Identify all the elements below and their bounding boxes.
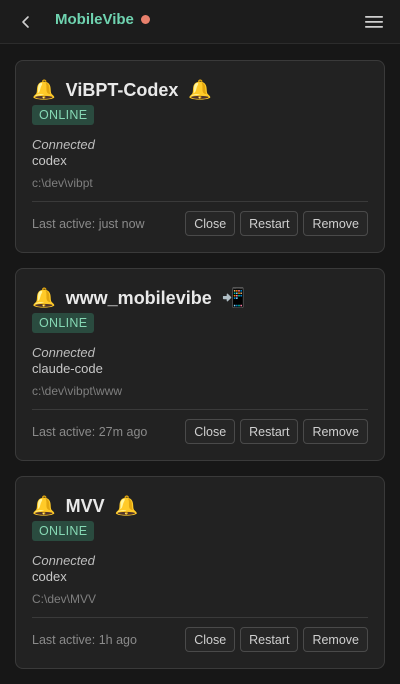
- menu-button[interactable]: [362, 10, 386, 34]
- connection-status-dot: [141, 15, 150, 24]
- remove-button[interactable]: Remove: [303, 419, 368, 444]
- status-badge: ONLINE: [32, 521, 95, 541]
- bell-icon: 🔔: [32, 495, 56, 517]
- session-list: 🔔 ViBPT-Codex 🔔 ONLINE Connected codex c…: [15, 60, 385, 684]
- last-active-text: Last active: 27m ago: [32, 425, 148, 439]
- chevron-left-icon: [22, 16, 29, 28]
- session-title: 🔔 www_mobilevibe 📲: [32, 285, 245, 311]
- connection-label: Connected: [32, 553, 95, 568]
- session-card: 🔔 www_mobilevibe 📲 ONLINE Connected clau…: [15, 268, 385, 461]
- mobile-phone-arrow-icon: 📲: [221, 287, 246, 309]
- working-directory: c:\dev\vibpt\www: [32, 384, 123, 398]
- connection-label: Connected: [32, 345, 95, 360]
- card-divider: [32, 617, 368, 618]
- bell-icon: 🔔: [188, 79, 213, 101]
- remove-button[interactable]: Remove: [303, 211, 368, 236]
- remove-button[interactable]: Remove: [303, 627, 368, 652]
- restart-button[interactable]: Restart: [240, 211, 299, 236]
- card-actions: Close Restart Remove: [180, 419, 368, 444]
- app-title: MobileVibe: [55, 11, 134, 28]
- card-divider: [32, 409, 368, 410]
- bell-icon: 🔔: [32, 287, 56, 309]
- agent-name: codex: [32, 569, 67, 584]
- session-title: 🔔 ViBPT-Codex 🔔: [32, 77, 212, 103]
- close-button[interactable]: Close: [185, 419, 236, 444]
- session-card: 🔔 MVV 🔔 ONLINE Connected codex C:\dev\MV…: [15, 476, 385, 669]
- working-directory: C:\dev\MVV: [32, 592, 97, 606]
- back-button[interactable]: [12, 8, 40, 36]
- session-name: www_mobilevibe: [65, 287, 212, 308]
- last-active-text: Last active: 1h ago: [32, 633, 137, 647]
- last-active-text: Last active: just now: [32, 217, 145, 231]
- bell-icon: 🔔: [114, 495, 139, 517]
- close-button[interactable]: Close: [185, 627, 236, 652]
- status-badge: ONLINE: [32, 105, 95, 125]
- working-directory: c:\dev\vibpt: [32, 176, 93, 190]
- card-actions: Close Restart Remove: [180, 627, 368, 652]
- hamburger-menu-icon: [365, 16, 383, 28]
- close-button[interactable]: Close: [185, 211, 236, 236]
- top-bar: MobileVibe: [0, 0, 400, 44]
- session-name: MVV: [65, 495, 105, 516]
- card-divider: [32, 201, 368, 202]
- status-badge: ONLINE: [32, 313, 95, 333]
- bell-icon: 🔔: [32, 79, 56, 101]
- restart-button[interactable]: Restart: [240, 627, 299, 652]
- agent-name: claude-code: [32, 361, 103, 376]
- connection-label: Connected: [32, 137, 95, 152]
- restart-button[interactable]: Restart: [240, 419, 299, 444]
- session-name: ViBPT-Codex: [65, 79, 179, 100]
- session-title: 🔔 MVV 🔔: [32, 493, 138, 519]
- card-actions: Close Restart Remove: [180, 211, 368, 236]
- session-card: 🔔 ViBPT-Codex 🔔 ONLINE Connected codex c…: [15, 60, 385, 253]
- agent-name: codex: [32, 153, 67, 168]
